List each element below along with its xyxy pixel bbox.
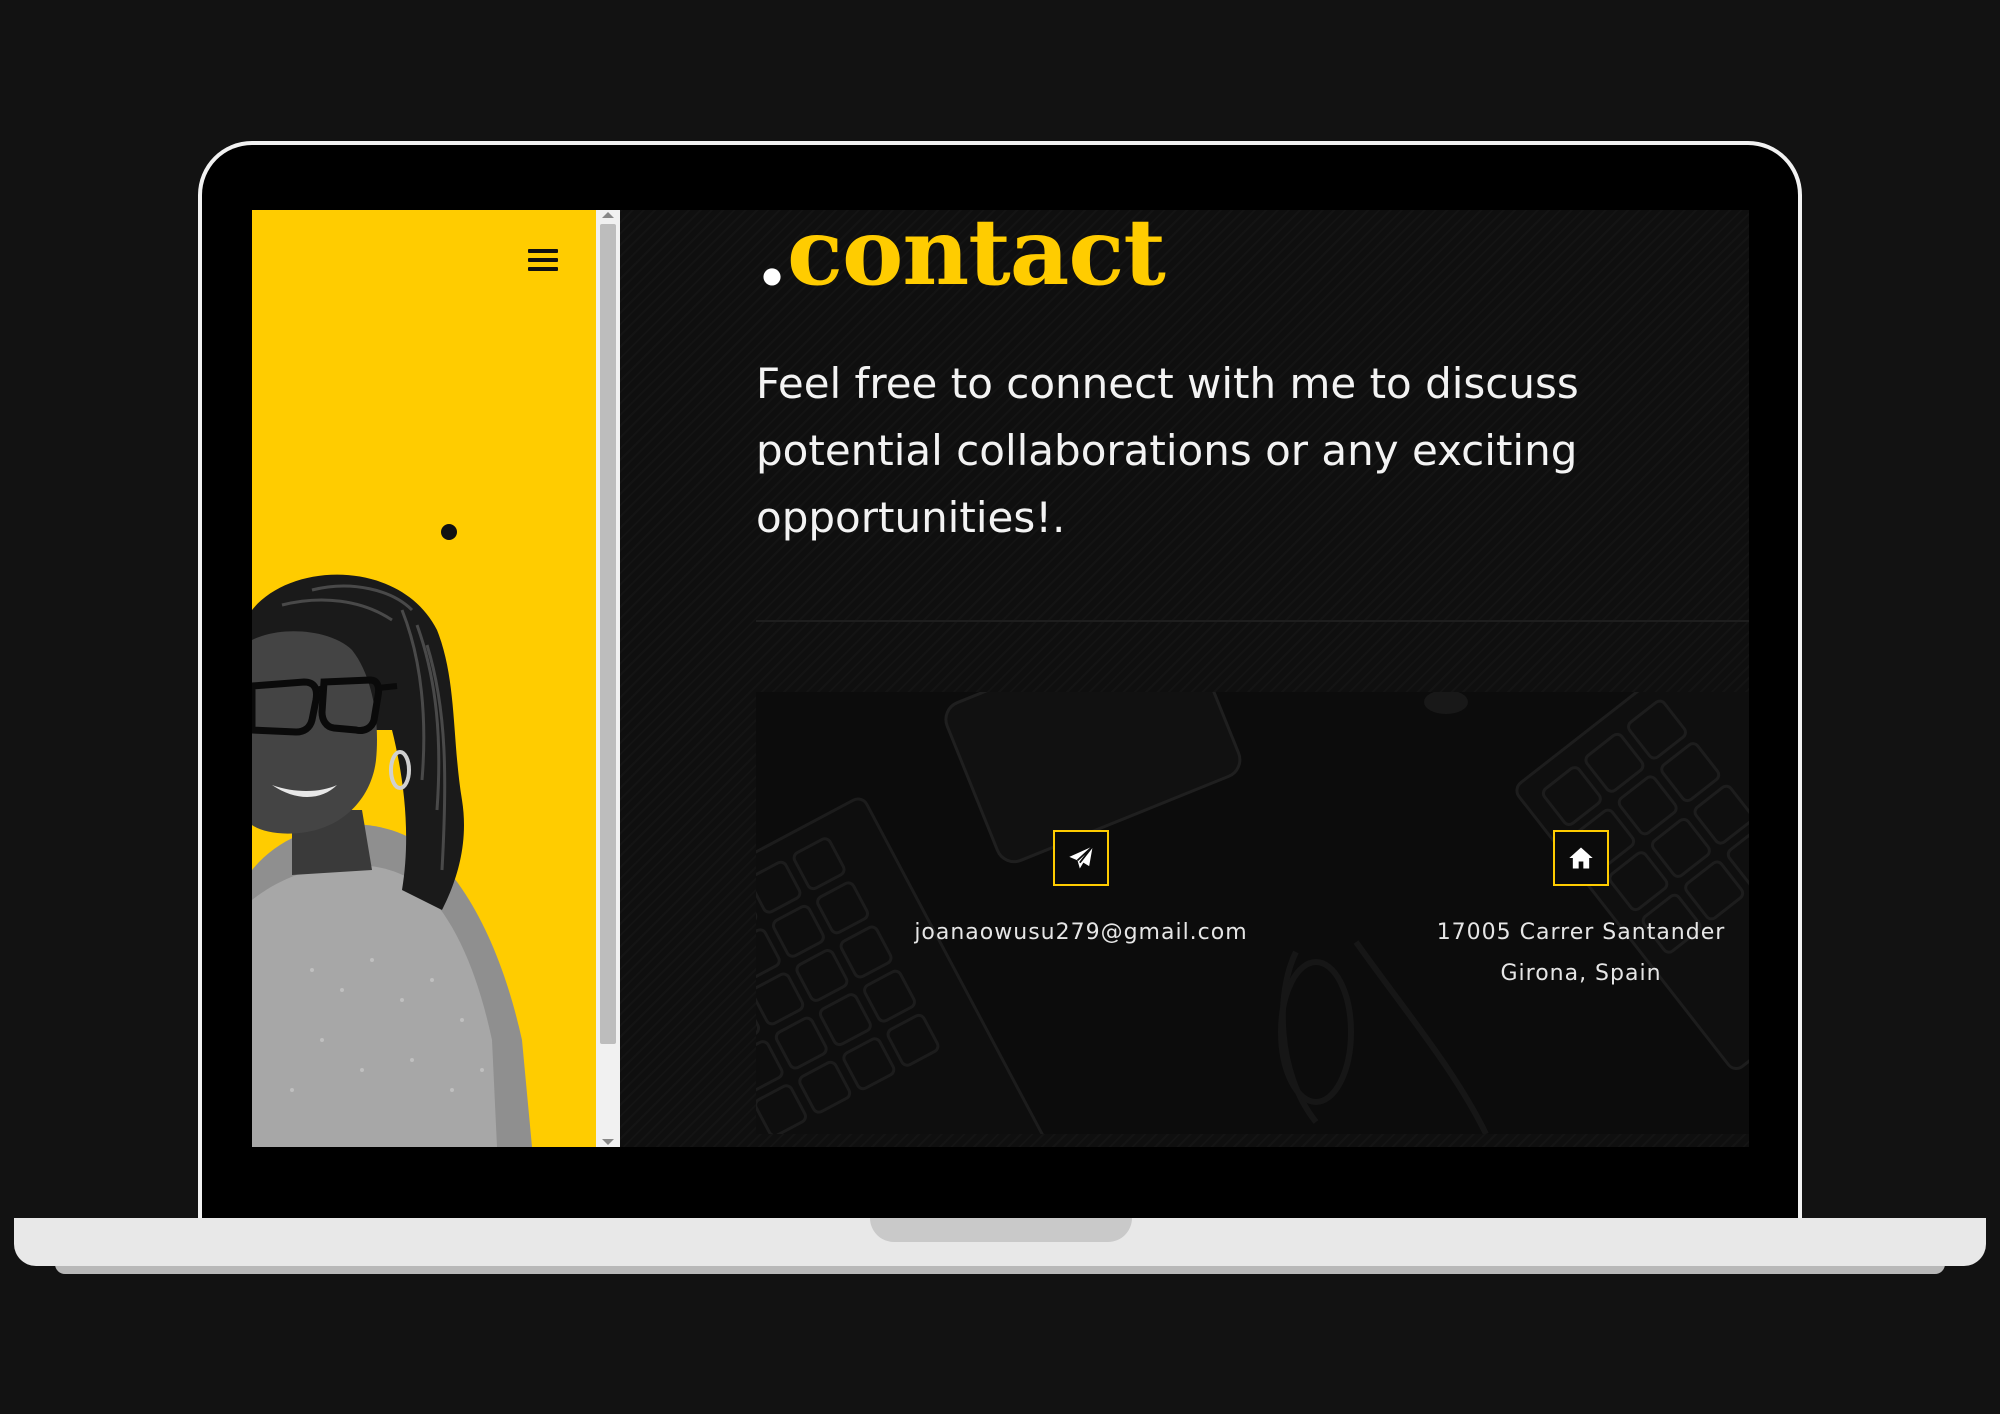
profile-portrait bbox=[252, 574, 532, 1147]
email-text[interactable]: joanaowusu279@gmail.com bbox=[886, 912, 1276, 953]
laptop-screen: .contact Feel free to connect with me to… bbox=[252, 210, 1749, 1147]
scroll-down-arrow-icon[interactable] bbox=[602, 1139, 614, 1145]
title-dot: . bbox=[756, 210, 788, 306]
scroll-up-arrow-icon[interactable] bbox=[602, 212, 614, 218]
intro-text: Feel free to connect with me to discuss … bbox=[756, 359, 1579, 542]
contact-address: 17005 Carrer Santander Girona, Spain bbox=[1411, 830, 1749, 994]
scrollbar[interactable] bbox=[596, 210, 620, 1147]
address-line-1: 17005 Carrer Santander bbox=[1436, 920, 1726, 945]
paper-plane-icon bbox=[1053, 830, 1109, 886]
page-title: .contact bbox=[756, 210, 1166, 306]
decorative-dot bbox=[441, 524, 457, 540]
contact-info-box: joanaowusu279@gmail.com 17005 Carrer San… bbox=[756, 692, 1749, 1134]
contact-section: .contact Feel free to connect with me to… bbox=[620, 210, 1749, 1147]
home-icon bbox=[1553, 830, 1609, 886]
hamburger-menu-icon[interactable] bbox=[526, 244, 560, 274]
sidebar-panel bbox=[252, 210, 596, 1147]
section-divider bbox=[756, 620, 1749, 622]
contact-email: joanaowusu279@gmail.com bbox=[886, 830, 1276, 953]
title-text: contact bbox=[787, 210, 1166, 306]
address-line-2: Girona, Spain bbox=[1500, 961, 1662, 986]
scroll-thumb[interactable] bbox=[600, 224, 616, 1044]
laptop-notch bbox=[870, 1218, 1132, 1242]
